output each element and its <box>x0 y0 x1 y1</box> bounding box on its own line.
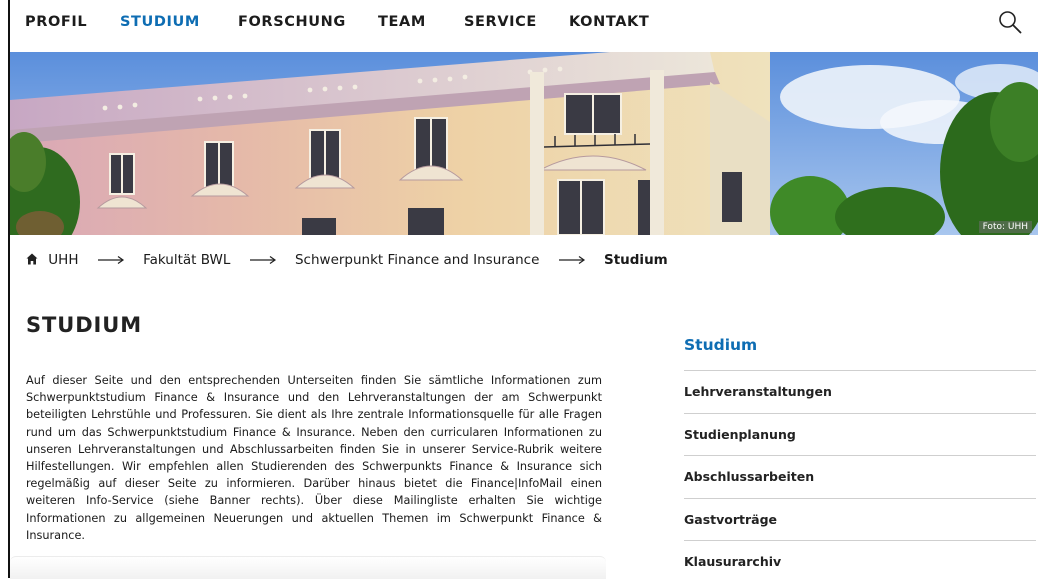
sidenav-item-lehrveranstaltungen[interactable]: Lehrveranstaltungen <box>684 371 1036 414</box>
breadcrumb-item-schwerpunkt[interactable]: Schwerpunkt Finance and Insurance <box>295 252 539 268</box>
nav-item-service[interactable]: SERVICE <box>464 14 537 30</box>
sidenav-item-abschlussarbeiten[interactable]: Abschlussarbeiten <box>684 456 1036 499</box>
content-box-edge <box>10 556 606 579</box>
hero-image: Foto: UHH <box>10 52 1038 235</box>
sidenav-item-gastvortraege[interactable]: Gastvorträge <box>684 499 1036 541</box>
nav-item-profil[interactable]: PROFIL <box>25 14 87 30</box>
arrow-right-icon <box>97 256 124 264</box>
nav-item-team[interactable]: TEAM <box>378 14 426 30</box>
page-title: STUDIUM <box>26 313 142 337</box>
main-navigation: PROFIL STUDIUM FORSCHUNG TEAM SERVICE KO… <box>10 0 1038 48</box>
intro-text: Auf dieser Seite und den entsprechenden … <box>26 374 602 542</box>
photo-credit: Foto: UHH <box>978 221 1032 233</box>
section-navigation: Studium Lehrveranstaltungen Studienplanu… <box>684 336 1036 583</box>
breadcrumb-item-uhh[interactable]: UHH <box>48 252 78 268</box>
nav-item-kontakt[interactable]: KONTAKT <box>569 14 649 30</box>
breadcrumb-item-current: Studium <box>603 252 668 268</box>
breadcrumb-item-fakultaet[interactable]: Fakultät BWL <box>143 252 230 268</box>
nav-item-forschung[interactable]: FORSCHUNG <box>238 14 346 30</box>
sidenav-title-studium[interactable]: Studium <box>684 336 1036 371</box>
sidenav-item-klausurarchiv[interactable]: Klausurarchiv <box>684 541 1036 583</box>
sidenav-item-studienplanung[interactable]: Studienplanung <box>684 414 1036 456</box>
nav-item-studium[interactable]: STUDIUM <box>120 14 200 30</box>
search-icon[interactable] <box>998 10 1022 34</box>
arrow-right-icon <box>249 256 276 264</box>
home-icon[interactable] <box>26 253 38 265</box>
breadcrumb: UHH Fakultät BWL Schwerpunkt Finance and… <box>26 252 682 268</box>
arrow-right-icon <box>558 256 585 264</box>
building-photo <box>10 52 1038 235</box>
